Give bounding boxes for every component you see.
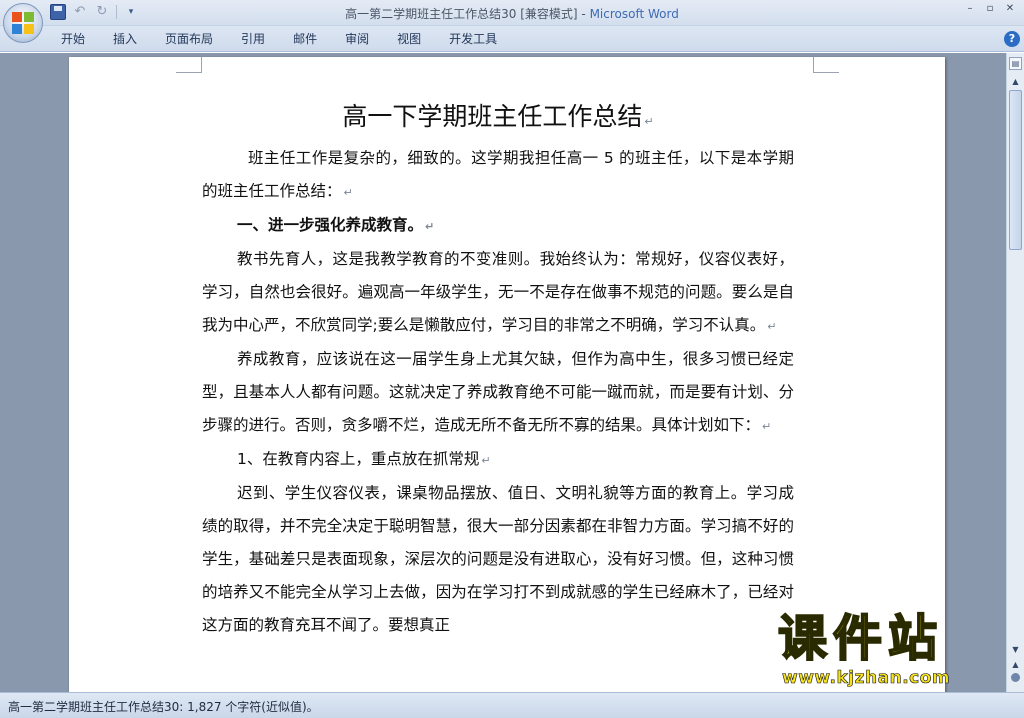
tab-page-layout[interactable]: 页面布局 bbox=[154, 26, 224, 52]
office-button[interactable] bbox=[3, 3, 43, 43]
window-title: 高一第二学期班主任工作总结30 [兼容模式] - Microsoft Word bbox=[0, 5, 1024, 22]
tab-insert[interactable]: 插入 bbox=[102, 26, 148, 52]
paragraph-mark-icon: ↵ bbox=[644, 115, 654, 128]
paragraph-mark-icon: ↵ bbox=[343, 186, 353, 199]
tab-home[interactable]: 开始 bbox=[50, 26, 96, 52]
watermark-main-text: 课件站 bbox=[777, 609, 944, 668]
app-name: Microsoft Word bbox=[589, 7, 679, 21]
document-page[interactable]: 高一下学期班主任工作总结 ↵ 班主任工作是复杂的，细致的。这学期我担任高一 5 的… bbox=[69, 57, 945, 692]
office-logo-icon bbox=[12, 12, 34, 34]
vertical-scrollbar[interactable]: ▤ ▲ ▼ ▲ bbox=[1006, 53, 1024, 692]
paragraph-4[interactable]: 1、在教育内容上，重点放在抓常规 ↵ bbox=[202, 443, 794, 477]
ribbon-tab-bar: 开始 插入 页面布局 引用 邮件 审阅 视图 开发工具 ? bbox=[0, 26, 1024, 52]
title-bar: ↶ ↻ ▾ 高一第二学期班主任工作总结30 [兼容模式] - Microsoft… bbox=[0, 0, 1024, 26]
watermark-url: www.kjzhan.com bbox=[782, 668, 951, 689]
restore-icon[interactable]: ▫ bbox=[982, 2, 998, 16]
section-heading-1-text: 一、进一步强化养成教育。 bbox=[237, 216, 424, 234]
scroll-up-icon[interactable]: ▲ bbox=[1009, 75, 1022, 88]
tab-review[interactable]: 审阅 bbox=[334, 26, 380, 52]
paragraph-5[interactable]: 迟到、学生仪容仪表，课桌物品摆放、值日、文明礼貌等方面的教育上。学习成绩的取得，… bbox=[202, 477, 794, 642]
paragraph-3[interactable]: 养成教育，应该说在这一届学生身上尤其欠缺，但作为高中生，很多习惯已经定型，且基本… bbox=[202, 343, 794, 443]
tab-mailings[interactable]: 邮件 bbox=[282, 26, 328, 52]
window-controls: – ▫ ✕ bbox=[962, 2, 1018, 16]
tab-references[interactable]: 引用 bbox=[230, 26, 276, 52]
paragraph-5-text: 迟到、学生仪容仪表，课桌物品摆放、值日、文明礼貌等方面的教育上。学习成绩的取得，… bbox=[202, 484, 794, 634]
tab-developer[interactable]: 开发工具 bbox=[438, 26, 508, 52]
scroll-thumb[interactable] bbox=[1009, 90, 1022, 250]
close-icon[interactable]: ✕ bbox=[1002, 2, 1018, 16]
paragraph-1[interactable]: 班主任工作是复杂的，细致的。这学期我担任高一 5 的班主任，以下是本学期的班主任… bbox=[202, 142, 794, 209]
paragraph-mark-icon: ↵ bbox=[762, 420, 772, 433]
watermark-logo: 课件站 www.kjzhan.com bbox=[770, 609, 1024, 700]
paragraph-mark-icon: ↵ bbox=[425, 220, 435, 233]
paragraph-1-text: 班主任工作是复杂的，细致的。这学期我担任高一 5 的班主任，以下是本学期的班主任… bbox=[202, 149, 794, 200]
document-body[interactable]: 高一下学期班主任工作总结 ↵ 班主任工作是复杂的，细致的。这学期我担任高一 5 的… bbox=[202, 99, 794, 642]
crop-mark-top-left bbox=[176, 57, 202, 73]
document-title-text: 高一下学期班主任工作总结 bbox=[342, 102, 643, 131]
document-area[interactable]: 高一下学期班主任工作总结 ↵ 班主任工作是复杂的，细致的。这学期我担任高一 5 的… bbox=[0, 53, 1006, 692]
minimize-icon[interactable]: – bbox=[962, 2, 978, 16]
document-title[interactable]: 高一下学期班主任工作总结 ↵ bbox=[202, 99, 794, 140]
crop-mark-top-right bbox=[813, 57, 839, 73]
status-text: 高一第二学期班主任工作总结30: 1,827 个字符(近似值)。 bbox=[8, 700, 319, 714]
paragraph-4-text: 1、在教育内容上，重点放在抓常规 bbox=[237, 450, 480, 468]
ribbon-tabs: 开始 插入 页面布局 引用 邮件 审阅 视图 开发工具 bbox=[50, 26, 514, 52]
section-heading-1[interactable]: 一、进一步强化养成教育。 ↵ bbox=[202, 209, 794, 243]
help-icon[interactable]: ? bbox=[1004, 31, 1020, 47]
paragraph-2[interactable]: 教书先育人，这是我教学教育的不变准则。我始终认为：常规好，仪容仪表好，学习，自然… bbox=[202, 243, 794, 343]
paragraph-mark-icon: ↵ bbox=[481, 454, 491, 467]
paragraph-mark-icon: ↵ bbox=[767, 320, 777, 333]
tab-view[interactable]: 视图 bbox=[386, 26, 432, 52]
paragraph-3-text: 养成教育，应该说在这一届学生身上尤其欠缺，但作为高中生，很多习惯已经定型，且基本… bbox=[202, 350, 794, 434]
document-name: 高一第二学期班主任工作总结30 [兼容模式] - bbox=[345, 7, 590, 21]
paragraph-2-text: 教书先育人，这是我教学教育的不变准则。我始终认为：常规好，仪容仪表好，学习，自然… bbox=[202, 250, 794, 334]
view-ruler-icon[interactable]: ▤ bbox=[1009, 57, 1022, 70]
